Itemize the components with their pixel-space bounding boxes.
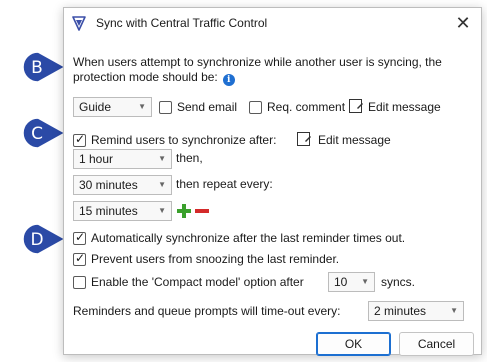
chevron-down-icon: ▼ <box>158 206 166 215</box>
timeout-label: Reminders and queue prompts will time-ou… <box>73 304 341 318</box>
send-email-label: Send email <box>177 100 238 114</box>
req-comment-label: Req. comment <box>267 100 346 114</box>
protection-mode-value: Guide <box>79 100 112 114</box>
ok-button[interactable]: OK <box>316 332 391 356</box>
dialog-title: Sync with Central Traffic Control <box>96 16 268 30</box>
remind-first-value: 1 hour <box>79 152 114 166</box>
callout-b: B <box>22 51 66 89</box>
sync-shield-icon <box>72 16 86 31</box>
intro-line-1: When users attempt to synchronize while … <box>73 55 442 69</box>
send-email-checkbox[interactable] <box>159 101 172 114</box>
intro-line-2: protection mode should be: i <box>73 70 235 86</box>
chevron-down-icon: ▼ <box>138 102 146 111</box>
edit-message-icon[interactable] <box>349 99 363 114</box>
intro-line-2-text: protection mode should be: <box>73 70 218 84</box>
edit-message-icon[interactable] <box>297 132 311 147</box>
timeout-select[interactable]: 2 minutes ▼ <box>368 301 464 321</box>
remind-first-suffix: then, <box>176 151 203 165</box>
remind-third-value: 15 minutes <box>79 204 138 218</box>
protection-mode-select[interactable]: Guide ▼ <box>73 97 152 117</box>
edit-message-link[interactable]: Edit message <box>368 100 441 115</box>
auto-sync-checkbox[interactable] <box>73 230 86 245</box>
compact-syncs-suffix: syncs. <box>381 275 416 289</box>
prevent-snooze-label: Prevent users from snoozing the last rem… <box>91 252 340 266</box>
compact-model-checkbox[interactable] <box>73 276 86 289</box>
remind-second-select[interactable]: 30 minutes ▼ <box>73 175 172 195</box>
remind-first-select[interactable]: 1 hour ▼ <box>73 149 172 169</box>
chevron-down-icon: ▼ <box>158 154 166 163</box>
close-icon[interactable]: ✕ <box>451 11 475 35</box>
prevent-snooze-checkbox[interactable] <box>73 251 86 266</box>
callout-d-letter: D <box>30 230 44 250</box>
timeout-value: 2 minutes <box>374 304 427 318</box>
plus-icon[interactable] <box>177 204 191 218</box>
chevron-down-icon: ▼ <box>450 306 458 315</box>
remind-edit-message-link[interactable]: Edit message <box>318 133 391 148</box>
remind-third-select[interactable]: 15 minutes ▼ <box>73 201 172 221</box>
remind-second-value: 30 minutes <box>79 178 138 192</box>
cancel-button[interactable]: Cancel <box>399 332 474 356</box>
compact-model-label: Enable the 'Compact model' option after <box>91 275 304 289</box>
compact-syncs-select[interactable]: 10 ▼ <box>328 272 375 292</box>
callout-d: D <box>22 223 66 261</box>
info-icon[interactable]: i <box>222 74 235 86</box>
remind-checkbox[interactable] <box>73 132 86 147</box>
title-bar[interactable]: Sync with Central Traffic Control ✕ <box>64 8 481 38</box>
chevron-down-icon: ▼ <box>158 180 166 189</box>
callout-c-letter: C <box>31 124 43 144</box>
remind-second-suffix: then repeat every: <box>176 177 273 191</box>
chevron-down-icon: ▼ <box>361 277 369 286</box>
remind-label: Remind users to synchronize after: <box>91 133 277 147</box>
sync-dialog: Sync with Central Traffic Control ✕ When… <box>63 7 482 356</box>
minus-icon[interactable] <box>195 204 209 218</box>
req-comment-checkbox[interactable] <box>249 101 262 114</box>
compact-syncs-value: 10 <box>334 275 348 289</box>
callout-b-letter: B <box>31 58 43 78</box>
callout-c: C <box>22 117 66 155</box>
auto-sync-label: Automatically synchronize after the last… <box>91 231 406 245</box>
